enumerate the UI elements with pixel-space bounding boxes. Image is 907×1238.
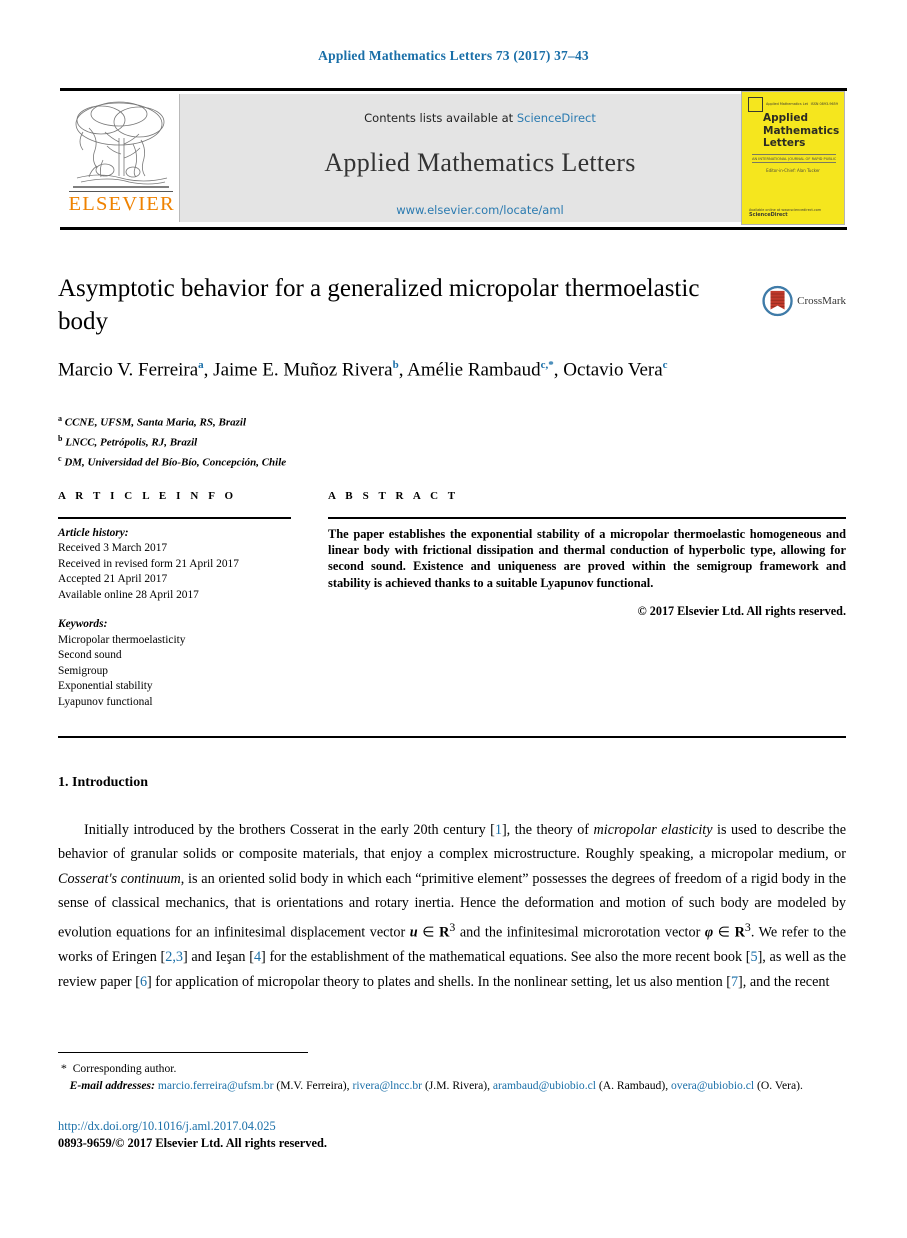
cover-title: Applied Mathematics Letters — [763, 112, 839, 150]
masthead-top-rule — [60, 88, 847, 91]
keywords-heading: Keywords: — [58, 618, 108, 631]
paper-page: Applied Mathematics Letters 73 (2017) 37… — [0, 0, 907, 1238]
corresponding-author-note: * Corresponding author. — [58, 1060, 848, 1078]
abstract-text: The paper establishes the exponential st… — [328, 526, 846, 590]
doi-block: http://dx.doi.org/10.1016/j.aml.2017.04.… — [58, 1118, 327, 1151]
issn-copyright-line: 0893-9659/© 2017 Elsevier Ltd. All right… — [58, 1135, 327, 1150]
abstract-copyright: © 2017 Elsevier Ltd. All rights reserved… — [637, 604, 846, 619]
contents-available-line: Contents lists available at ScienceDirec… — [180, 111, 780, 125]
section-divider-rule — [58, 736, 846, 738]
article-history-item: Received in revised form 21 April 2017 — [58, 557, 239, 570]
article-history-item: Accepted 21 April 2017 — [58, 573, 168, 586]
keyword-item: Micropolar thermoelasticity — [58, 633, 186, 646]
affiliation-item: c DM, Universidad del Bío-Bío, Concepció… — [58, 451, 658, 471]
article-history-block: Article history: Received 3 March 2017 R… — [58, 526, 291, 604]
article-info-label: A R T I C L E I N F O — [58, 490, 237, 502]
article-info-rule — [58, 517, 291, 519]
journal-cover-thumbnail[interactable]: Applied Mathematics Letters ISSN 0893-96… — [741, 91, 845, 225]
cover-footer: Available online at www.sciencedirect.co… — [749, 208, 821, 218]
corresponding-author-text: Corresponding author. — [72, 1062, 177, 1075]
keyword-item: Second sound — [58, 649, 122, 662]
article-info-column: A R T I C L E I N F O Article history: R… — [58, 490, 291, 724]
keyword-item: Semigroup — [58, 664, 108, 677]
abstract-rule — [328, 517, 846, 519]
cover-title-line3: Letters — [763, 137, 806, 149]
keyword-item: Lyapunov functional — [58, 695, 153, 708]
journal-masthead: ELSEVIER Contents lists available at Sci… — [60, 88, 847, 230]
article-history-item: Received 3 March 2017 — [58, 542, 168, 555]
abstract-column: A B S T R A C T The paper establishes th… — [328, 490, 846, 619]
email-link[interactable]: rivera@lncc.br — [352, 1079, 422, 1092]
affiliation-text: LNCC, Petrópolis, RJ, Brazil — [65, 436, 198, 449]
section-heading-introduction: 1. Introduction — [58, 775, 148, 790]
email-owner: (M.V. Ferreira) — [276, 1078, 347, 1092]
email-link[interactable]: overa@ubiobio.cl — [671, 1079, 754, 1092]
cover-topbar: Applied Mathematics Letters ISSN 0893-96… — [748, 96, 838, 112]
cover-title-line1: Applied — [763, 112, 808, 124]
footnote-rule — [58, 1052, 308, 1053]
footnote-block: * Corresponding author. E-mail addresses… — [58, 1060, 848, 1094]
email-addresses-label: E-mail addresses: — [69, 1078, 155, 1092]
cover-top-left-text: Applied Mathematics Letters — [766, 102, 808, 106]
author-list: Marcio V. Ferreiraa, Jaime E. Muñoz Rive… — [58, 359, 668, 381]
affiliation-list: a CCNE, UFSM, Santa Maria, RS, Brazil b … — [58, 411, 658, 471]
affiliation-item: b LNCC, Petrópolis, RJ, Brazil — [58, 431, 658, 451]
cover-footer-brand: ScienceDirect — [749, 212, 788, 218]
email-link[interactable]: arambaud@ubiobio.cl — [493, 1079, 596, 1092]
page-title: Asymptotic behavior for a generalized mi… — [58, 275, 700, 335]
crossmark-label: CrossMark — [797, 295, 846, 307]
sciencedirect-link[interactable]: ScienceDirect — [517, 111, 596, 125]
email-addresses-note: E-mail addresses: marcio.ferreira@ufsm.b… — [69, 1078, 803, 1092]
contents-prefix: Contents lists available at — [364, 111, 517, 125]
elsevier-tree-icon — [72, 101, 169, 188]
affiliation-text: CCNE, UFSM, Santa Maria, RS, Brazil — [64, 416, 247, 429]
article-history-heading: Article history: — [58, 526, 129, 539]
affiliation-item: a CCNE, UFSM, Santa Maria, RS, Brazil — [58, 411, 658, 431]
crossmark-badge[interactable]: CrossMark — [762, 278, 846, 324]
email-owner: (O. Vera) — [757, 1078, 800, 1092]
article-history-item: Available online 28 April 2017 — [58, 588, 199, 601]
running-head: Applied Mathematics Letters 73 (2017) 37… — [318, 48, 589, 63]
email-owner: (J.M. Rivera) — [424, 1078, 488, 1092]
cover-top-right-text: ISSN 0893-9659 — [810, 102, 838, 106]
cover-editor-line: Editor-in-Chief: Alan Tucker — [766, 168, 820, 173]
journal-name: Applied Mathematics Letters — [324, 148, 636, 177]
masthead-bottom-rule — [60, 227, 847, 230]
cover-elsevier-mark-icon — [748, 96, 763, 112]
journal-homepage-link[interactable]: www.elsevier.com/locate/aml — [180, 203, 780, 217]
cover-title-line2: Mathematics — [763, 124, 840, 137]
journal-banner: Contents lists available at ScienceDirec… — [180, 94, 780, 222]
doi-link[interactable]: http://dx.doi.org/10.1016/j.aml.2017.04.… — [58, 1118, 327, 1135]
affiliation-mark: c — [58, 453, 62, 463]
cover-subtitle: AN INTERNATIONAL JOURNAL OF RAPID PUBLIC… — [752, 154, 836, 163]
keyword-item: Exponential stability — [58, 680, 153, 693]
email-owner: (A. Rambaud) — [598, 1078, 666, 1092]
affiliation-mark: a — [58, 414, 62, 423]
keywords-block: Keywords: Micropolar thermoelasticity Se… — [58, 617, 291, 710]
elsevier-logo: ELSEVIER — [62, 94, 180, 222]
introduction-paragraph: Initially introduced by the brothers Cos… — [58, 822, 847, 990]
affiliation-text: DM, Universidad del Bío-Bío, Concepción,… — [64, 456, 287, 469]
affiliation-mark: b — [58, 433, 63, 443]
asterisk-icon: * — [60, 1061, 67, 1075]
crossmark-icon — [762, 285, 793, 317]
email-link[interactable]: marcio.ferreira@ufsm.br — [158, 1079, 274, 1092]
elsevier-wordmark: ELSEVIER — [68, 191, 175, 215]
abstract-label: A B S T R A C T — [328, 490, 459, 502]
